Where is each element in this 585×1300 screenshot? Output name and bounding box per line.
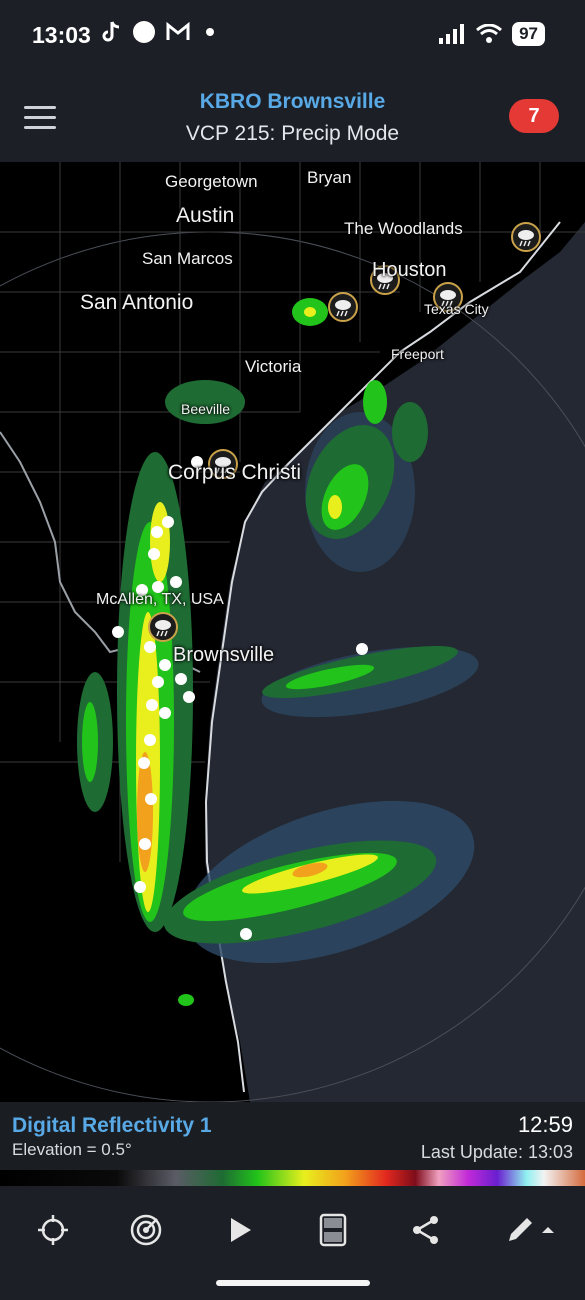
notification-icons	[100, 20, 220, 44]
radar-icon	[130, 1214, 162, 1246]
product-info-bar: Digital Reflectivity 1 Elevation = 0.5° …	[0, 1102, 585, 1170]
radar-button[interactable]	[124, 1208, 168, 1252]
city-label: Texas City	[424, 301, 489, 317]
city-label: Bryan	[307, 168, 352, 187]
city-label: Austin	[176, 204, 235, 227]
city-label: Corpus Christi	[168, 461, 302, 484]
radar-map[interactable]: Georgetown Bryan Austin The Woodlands Sa…	[0, 162, 585, 1102]
city-label: Victoria	[245, 357, 302, 376]
reflectivity-color-scale	[0, 1170, 585, 1186]
system-status: 97	[438, 22, 545, 46]
home-indicator[interactable]	[216, 1280, 370, 1286]
edit-icon	[509, 1218, 554, 1241]
status-bar: 13:03 97	[0, 0, 585, 72]
signal-icon	[439, 24, 465, 44]
city-label: San Antonio	[80, 291, 194, 314]
circle-icon	[133, 21, 155, 43]
dot-icon	[206, 28, 214, 36]
share-button[interactable]	[404, 1208, 448, 1252]
city-label: Freeport	[391, 346, 444, 362]
battery-indicator: 97	[512, 22, 545, 46]
play-button[interactable]	[218, 1208, 262, 1252]
city-label: Beeville	[181, 401, 231, 417]
locate-icon	[38, 1215, 68, 1245]
share-icon	[413, 1216, 438, 1244]
city-label: Georgetown	[165, 172, 258, 191]
app-header: KBRO Brownsville VCP 215: Precip Mode 7	[0, 72, 585, 162]
wifi-icon	[476, 24, 503, 43]
locate-button[interactable]	[31, 1208, 75, 1252]
city-label: San Marcos	[142, 249, 233, 268]
layers-button[interactable]	[311, 1208, 355, 1252]
last-update: Last Update: 13:03	[420, 1142, 573, 1162]
tiktok-icon	[102, 21, 120, 42]
play-icon	[231, 1218, 251, 1242]
alert-count-badge[interactable]: 7	[509, 99, 559, 133]
elevation-label: Elevation = 0.5°	[12, 1140, 132, 1159]
city-label: McAllen, TX, USA	[96, 591, 224, 608]
gmail-icon	[166, 22, 190, 40]
layers-icon	[319, 1213, 347, 1247]
city-label: Brownsville	[173, 644, 275, 666]
vcp-mode: VCP 215: Precip Mode	[185, 122, 400, 145]
scan-time: 12:59	[517, 1112, 573, 1137]
status-time: 13:03	[32, 22, 91, 48]
draw-button[interactable]	[500, 1208, 560, 1252]
city-label: The Woodlands	[344, 219, 463, 238]
product-name[interactable]: Digital Reflectivity 1	[12, 1114, 212, 1138]
city-label: Houston	[372, 259, 447, 281]
station-title[interactable]: KBRO Brownsville	[0, 90, 585, 114]
